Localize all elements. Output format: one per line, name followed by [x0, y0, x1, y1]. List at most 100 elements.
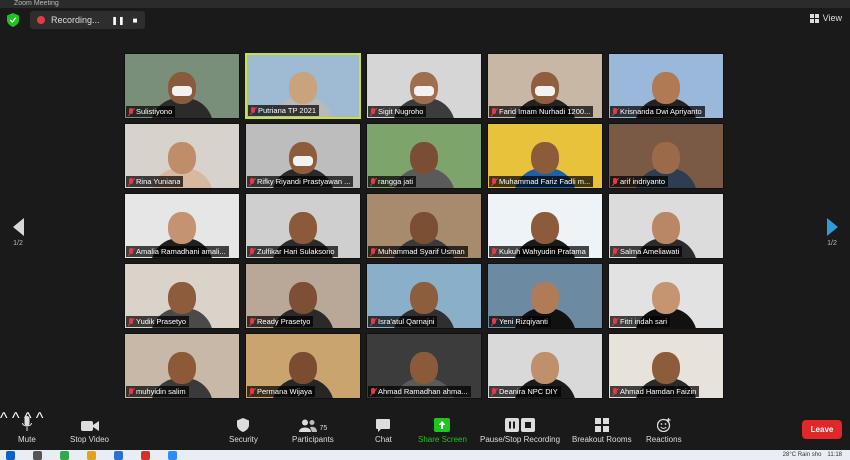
mute-button[interactable]: Mute	[18, 414, 36, 444]
participant-tile[interactable]: Amalia Ramadhani amali...	[124, 193, 240, 259]
participant-nameplate: Yudik Prasetyo	[126, 316, 190, 327]
windows-start-icon[interactable]	[6, 450, 15, 460]
mic-muted-icon	[249, 247, 255, 256]
folder-icon[interactable]	[87, 450, 96, 460]
participant-name: Ready Prasetyo	[257, 317, 311, 326]
pause-icon[interactable]: ❚❚	[111, 13, 125, 27]
participant-nameplate: arif indriyanto	[610, 176, 669, 187]
participant-tile[interactable]: Yeni Rizqiyanti	[487, 263, 603, 329]
previous-page-button[interactable]: 1/2	[8, 218, 28, 247]
leave-button[interactable]: Leave	[802, 420, 842, 439]
mute-options-caret[interactable]: ^	[0, 410, 8, 427]
zoom-app-icon[interactable]	[168, 450, 177, 460]
participant-name: Ahmad Ramadhan ahma...	[378, 387, 468, 396]
participant-tile[interactable]: Krisnanda Dwi Apriyanto	[608, 53, 724, 119]
security-button[interactable]: Security	[229, 414, 258, 444]
breakout-rooms-icon	[594, 418, 609, 432]
participant-tile[interactable]: Rifky Riyandi Prastyawan ...	[245, 123, 361, 189]
next-page-button[interactable]: 1/2	[822, 218, 842, 247]
participant-nameplate: Kukuh Wahyudin Pratama	[489, 246, 589, 257]
mic-muted-icon	[249, 387, 255, 396]
participant-nameplate: Zulfikar Hari Sulaksono	[247, 246, 338, 257]
participant-name: Amalia Ramadhani amali...	[136, 247, 226, 256]
reactions-button[interactable]: Reactions	[646, 414, 682, 444]
mic-muted-icon	[491, 247, 497, 256]
participant-nameplate: Salma Ameliawati	[610, 246, 683, 257]
participant-tile[interactable]: Rina Yuniana	[124, 123, 240, 189]
participant-name: Yudik Prasetyo	[136, 317, 187, 326]
participant-tile[interactable]: Fitri indah sari	[608, 263, 724, 329]
pause-recording-label: Pause/Stop Recording	[480, 435, 561, 444]
participant-tile[interactable]: Farid Imam Nurhadi 1200...	[487, 53, 603, 119]
mic-muted-icon	[370, 107, 376, 116]
participant-name: Putriana TP 2021	[258, 106, 317, 115]
participant-avatar	[289, 281, 317, 314]
participants-button[interactable]: 75 Participants	[292, 414, 334, 444]
mic-muted-icon	[370, 177, 376, 186]
participant-name: Krisnanda Dwi Apriyanto	[620, 107, 702, 116]
participant-tile[interactable]: Permana Wijaya	[245, 333, 361, 399]
mic-muted-icon	[249, 317, 255, 326]
chat-button[interactable]: Chat	[375, 414, 392, 444]
participant-tile[interactable]: Ready Prasetyo	[245, 263, 361, 329]
participant-tile[interactable]: Sigit Nugroho	[366, 53, 482, 119]
breakout-rooms-button[interactable]: Breakout Rooms	[572, 414, 632, 444]
participant-name: Zulfikar Hari Sulaksono	[257, 247, 335, 256]
arrow-right-icon	[826, 218, 838, 236]
participant-tile[interactable]: Muhammad Fariz Fadli m...	[487, 123, 603, 189]
gallery-grid: Sulistiyono Putriana TP 2021 Sigit Nugroho…	[124, 53, 728, 403]
mic-muted-icon	[128, 107, 134, 116]
participant-name: Fitri indah sari	[620, 317, 668, 326]
stop-video-button[interactable]: Stop Video	[70, 414, 109, 444]
security-shield-icon	[237, 418, 250, 432]
participant-tile[interactable]: muhyidin salim	[124, 333, 240, 399]
participant-tile[interactable]: arif indriyanto	[608, 123, 724, 189]
participant-tile[interactable]: Yudik Prasetyo	[124, 263, 240, 329]
participant-name: arif indriyanto	[620, 177, 666, 186]
search-icon[interactable]	[33, 450, 42, 460]
reactions-label: Reactions	[646, 435, 682, 444]
recording-label: Recording...	[51, 15, 100, 25]
share-screen-button[interactable]: Share Screen	[418, 414, 467, 444]
participant-tile[interactable]: Putriana TP 2021	[245, 53, 361, 119]
participant-nameplate: Amalia Ramadhani amali...	[126, 246, 229, 257]
pause-stop-recording-button[interactable]: Pause/Stop Recording	[480, 414, 560, 444]
participant-tile[interactable]: Sulistiyono	[124, 53, 240, 119]
stop-recording-icon	[521, 418, 536, 432]
participant-avatar	[289, 72, 317, 105]
mic-muted-icon	[612, 107, 618, 116]
participant-avatar	[531, 351, 559, 384]
chrome-icon[interactable]	[141, 450, 150, 460]
participant-tile[interactable]: Salma Ameliawati	[608, 193, 724, 259]
participant-tile[interactable]: Kukuh Wahyudin Pratama	[487, 193, 603, 259]
participant-tile[interactable]: Deanira NPC DIY	[487, 333, 603, 399]
participant-name: Farid Imam Nurhadi 1200...	[499, 107, 591, 116]
participant-tile[interactable]: Ahmad Hamdan Faizin	[608, 333, 724, 399]
pause-recording-icon	[505, 418, 520, 432]
view-button[interactable]: View	[809, 13, 842, 23]
mic-muted-icon	[128, 387, 134, 396]
app-icon[interactable]	[60, 450, 69, 460]
stop-icon[interactable]: ■	[128, 13, 142, 27]
participant-name: Muhammad Syarif Usman	[378, 247, 465, 256]
participant-tile[interactable]: Muhammad Syarif Usman	[366, 193, 482, 259]
participant-avatar	[652, 71, 680, 104]
mic-muted-icon	[491, 177, 497, 186]
participant-avatar	[168, 141, 196, 174]
mic-muted-icon	[370, 387, 376, 396]
breakout-rooms-label: Breakout Rooms	[572, 435, 632, 444]
mic-muted-icon	[370, 317, 376, 326]
browser-icon[interactable]	[114, 450, 123, 460]
participant-tile[interactable]: Zulfikar Hari Sulaksono	[245, 193, 361, 259]
participant-nameplate: Sulistiyono	[126, 106, 176, 117]
shield-icon[interactable]	[7, 13, 19, 27]
participant-avatar	[652, 211, 680, 244]
participant-tile[interactable]: Ahmad Ramadhan ahma...	[366, 333, 482, 399]
mic-muted-icon	[612, 387, 618, 396]
participant-avatar	[652, 351, 680, 384]
participant-tile[interactable]: Isra'atul Qarnajni	[366, 263, 482, 329]
share-options-caret[interactable]: ^	[36, 410, 44, 427]
participant-nameplate: Ahmad Hamdan Faizin	[610, 386, 700, 397]
participant-tile[interactable]: rangga jati	[366, 123, 482, 189]
mic-muted-icon	[128, 247, 134, 256]
